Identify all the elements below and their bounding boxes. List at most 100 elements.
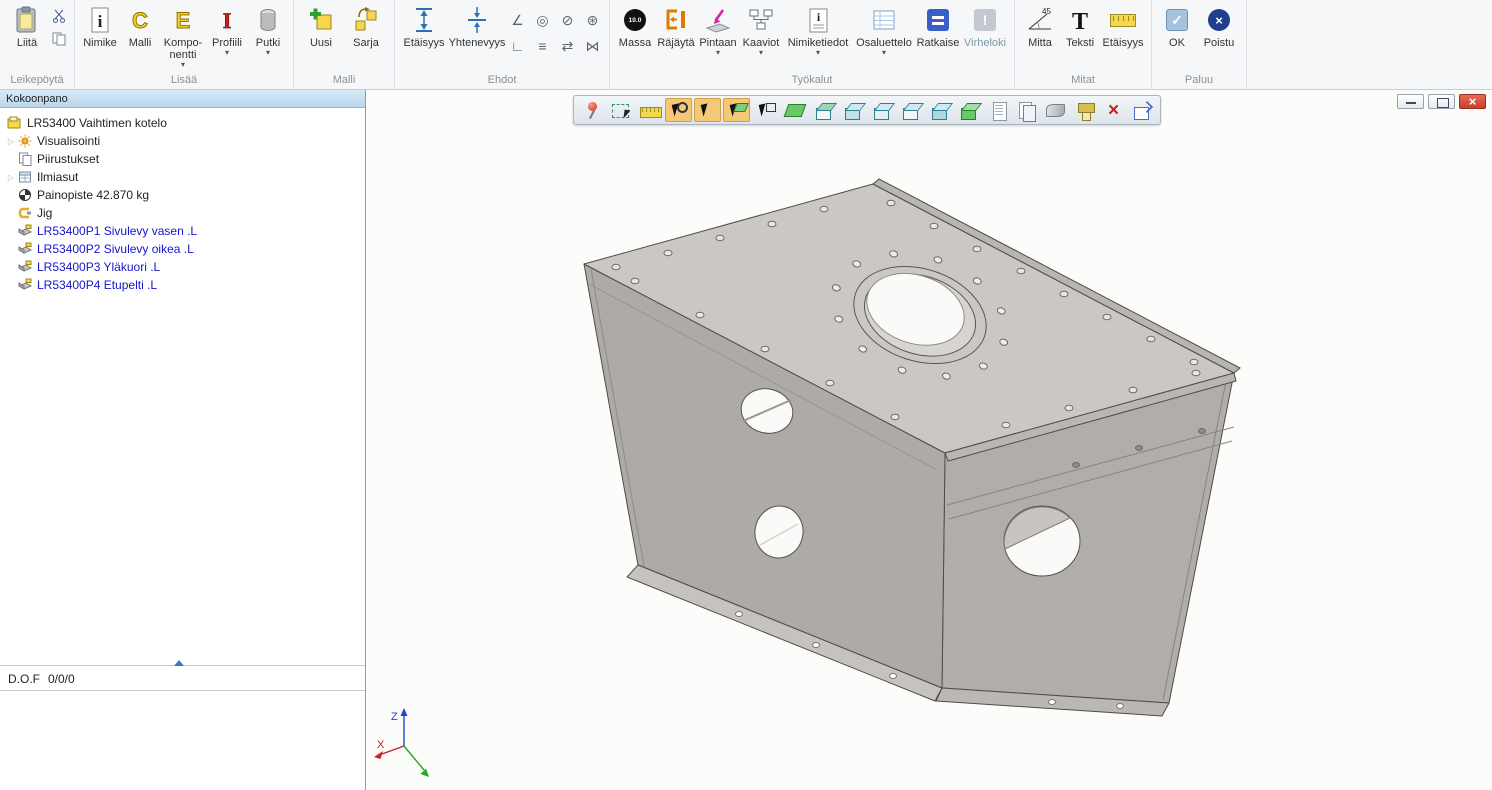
expand-arrow-icon[interactable]: ▷ [5, 137, 17, 146]
sheet-list-icon[interactable] [984, 98, 1011, 122]
dropdown-caret: ▾ [816, 49, 820, 57]
cube-front-icon[interactable] [839, 98, 866, 122]
etaisyys2-label: Etäisyys [1103, 37, 1144, 49]
surface-icon[interactable] [1042, 98, 1069, 122]
mitta-button[interactable]: 45 Mitta [1020, 2, 1060, 51]
tree-item-part-p3[interactable]: LR53400P3 Yläkuori .L [0, 258, 365, 276]
select-point-icon[interactable] [665, 98, 692, 122]
stamp-icon[interactable] [1071, 98, 1098, 122]
equal-constraint-icon[interactable]: ⇄ [556, 34, 579, 58]
poistu-label: Poistu [1204, 37, 1235, 49]
tree-item-jig[interactable]: Jig [0, 204, 365, 222]
3d-viewport[interactable]: Z X [367, 90, 1492, 790]
cube-iso-icon[interactable] [897, 98, 924, 122]
exit-icon: × [1208, 4, 1230, 36]
yhtenevyys-button[interactable]: Yhtenevyys [448, 2, 506, 51]
pin-icon[interactable] [578, 98, 605, 122]
model-c-icon: C [128, 4, 152, 36]
tree-item-label: Piirustukset [37, 152, 99, 166]
cut-button[interactable] [49, 7, 69, 25]
right-face-hole[interactable] [1004, 506, 1080, 576]
y-axis-arrow [421, 769, 430, 778]
maximize-button[interactable] [1428, 94, 1455, 109]
cube-top-icon[interactable] [810, 98, 837, 122]
select-face-icon[interactable] [723, 98, 750, 122]
tree-item-root[interactable]: LR53400 Vaihtimen kotelo [0, 114, 365, 132]
part-icon [17, 242, 33, 256]
ratkaise-button[interactable]: Ratkaise [915, 2, 961, 51]
splitter-handle[interactable] [174, 660, 184, 666]
profile-i-icon: I [215, 4, 239, 36]
tree-item-part-p4[interactable]: LR53400P4 Etupelti .L [0, 276, 365, 294]
massa-button[interactable]: 10.0 Massa [615, 2, 655, 51]
nimike-label: Nimike [83, 37, 117, 49]
paste-button[interactable]: Liitä [5, 2, 49, 51]
measure-icon[interactable] [636, 98, 663, 122]
cube-green-icon[interactable] [955, 98, 982, 122]
tangent-constraint-icon[interactable]: ⊘ [556, 8, 579, 32]
group-caption-lisaa: Lisää [80, 73, 288, 89]
sarja-button[interactable]: Sarja [343, 2, 389, 51]
pintaan-button[interactable]: Pintaan ▾ [697, 2, 739, 59]
virheloki-button[interactable]: ! Virheloki [961, 2, 1009, 51]
tree-item-label: LR53400P4 Etupelti .L [37, 278, 157, 292]
cube-side-icon[interactable] [868, 98, 895, 122]
parallel-constraint-icon[interactable]: ≡ [531, 34, 554, 58]
z-axis-arrow [401, 708, 408, 716]
views-table-icon [17, 170, 33, 184]
select-arrow-icon[interactable] [694, 98, 721, 122]
poistu-button[interactable]: × Poistu [1197, 2, 1241, 51]
etaisyys-ehto-button[interactable]: Etäisyys [400, 2, 448, 51]
ribbon-group-ehdot: Etäisyys Yhtenevyys ∠ ◎ ⊘ ⊛ ∟ ≡ ⇄ ⋈ Ehdo… [395, 0, 610, 89]
tree-item-label: LR53400P2 Sivulevy oikea .L [37, 242, 194, 256]
rajayta-button[interactable]: Räjäytä [655, 2, 697, 51]
etaisyys-mitta-button[interactable]: Etäisyys [1100, 2, 1146, 51]
item-data-icon: i [806, 4, 831, 36]
angle-constraint-icon[interactable]: ∠ [506, 8, 529, 32]
profiili-button[interactable]: I Profiili ▾ [206, 2, 248, 59]
expand-arrow-icon[interactable]: ▷ [5, 173, 17, 182]
sarja-label: Sarja [353, 37, 379, 49]
copy-button[interactable] [49, 30, 69, 48]
cross-constraint-icon[interactable]: ⋈ [581, 34, 604, 58]
ok-button[interactable]: ✓ OK [1157, 2, 1197, 51]
copy-icon [52, 32, 66, 46]
mass-icon: 10.0 [624, 4, 646, 36]
kaaviot-button[interactable]: Kaaviot ▾ [739, 2, 783, 59]
tree-item-visualisointi[interactable]: ▷ Visualisointi [0, 132, 365, 150]
coordinate-axes: Z X [374, 708, 429, 777]
tree-item-part-p1[interactable]: LR53400P1 Sivulevy vasen .L [0, 222, 365, 240]
sheet-copy-icon[interactable] [1013, 98, 1040, 122]
tree-item-ilmiasut[interactable]: ▷ Ilmiasut [0, 168, 365, 186]
drawings-icon [17, 152, 33, 166]
putki-button[interactable]: Putki ▾ [248, 2, 288, 59]
symmetry-constraint-icon[interactable]: ⊛ [581, 8, 604, 32]
teksti-button[interactable]: T Teksti [1060, 2, 1100, 51]
komponentti-button[interactable]: E Kompo-nentti ▾ [160, 2, 206, 71]
x-axis-arrow [374, 751, 383, 759]
nimiketiedot-button[interactable]: i Nimiketiedot ▾ [783, 2, 853, 59]
3d-model-canvas[interactable]: Z X [367, 90, 1492, 790]
ribbon-group-lisaa: i Nimike C Malli E Kompo-nentti ▾ I [75, 0, 294, 89]
series-icon [353, 4, 379, 36]
tree-item-painopiste[interactable]: Painopiste 42.870 kg [0, 186, 365, 204]
malli-button[interactable]: C Malli [120, 2, 160, 51]
cube-shaded-icon[interactable] [926, 98, 953, 122]
ratkaise-label: Ratkaise [917, 37, 960, 49]
face-green-icon[interactable] [781, 98, 808, 122]
delete-icon[interactable] [1100, 98, 1127, 122]
select-element-icon[interactable] [752, 98, 779, 122]
close-button[interactable] [1459, 94, 1486, 109]
drag-frame-icon[interactable] [607, 98, 634, 122]
ok-label: OK [1169, 37, 1185, 49]
export-icon[interactable] [1129, 98, 1156, 122]
concentric-constraint-icon[interactable]: ◎ [531, 8, 554, 32]
distance-constraint-icon [412, 4, 436, 36]
minimize-button[interactable] [1397, 94, 1424, 109]
tree-item-piirustukset[interactable]: Piirustukset [0, 150, 365, 168]
tree-item-part-p2[interactable]: LR53400P2 Sivulevy oikea .L [0, 240, 365, 258]
osaluettelo-button[interactable]: Osaluettelo ▾ [853, 2, 915, 59]
uusi-button[interactable]: Uusi [299, 2, 343, 51]
nimike-button[interactable]: i Nimike [80, 2, 120, 51]
perpendicular-constraint-icon[interactable]: ∟ [506, 34, 529, 58]
